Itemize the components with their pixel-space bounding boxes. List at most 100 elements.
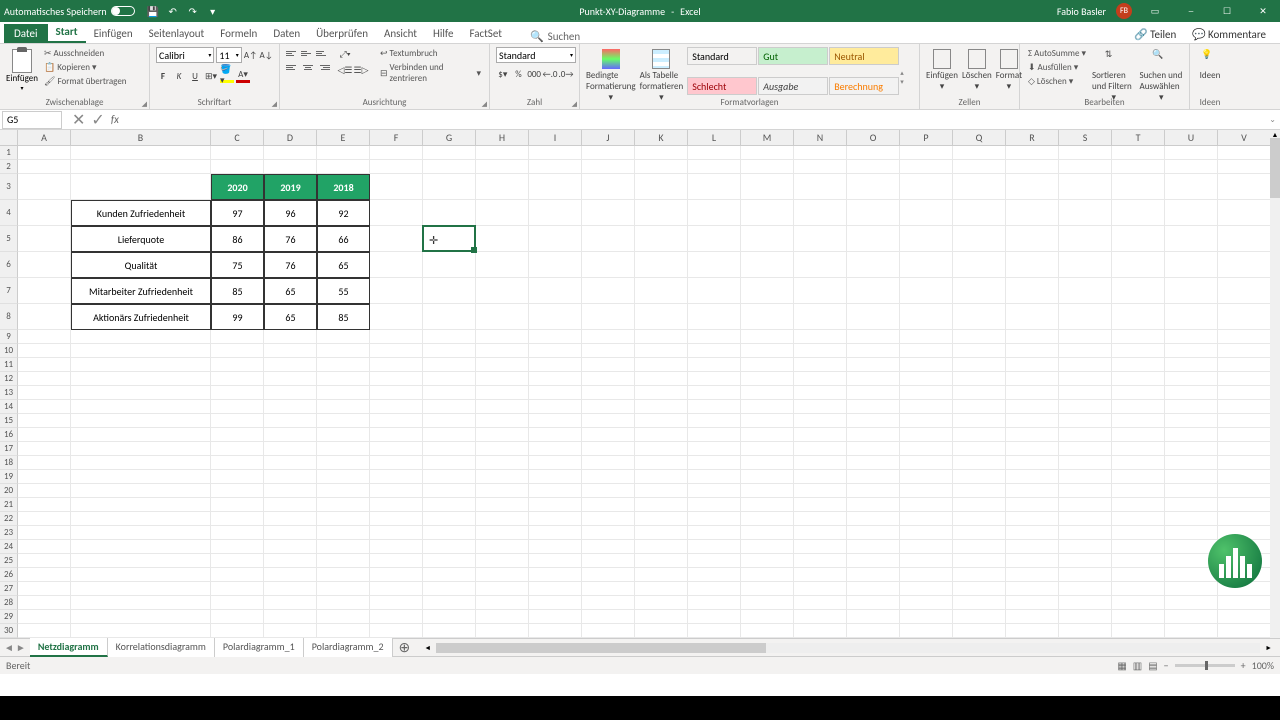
cell[interactable] xyxy=(529,568,582,582)
view-layout-icon[interactable]: ▥ xyxy=(1133,659,1142,672)
cell[interactable] xyxy=(688,526,741,540)
row-header[interactable]: 3 xyxy=(0,174,18,200)
cell[interactable] xyxy=(635,512,688,526)
cell[interactable] xyxy=(688,484,741,498)
spreadsheet-grid[interactable]: ABCDEFGHIJKLMNOPQRSTUV 1232020201920184K… xyxy=(0,130,1280,638)
font-size-selector[interactable]: 11▾ xyxy=(216,47,241,63)
cell[interactable] xyxy=(635,304,688,330)
merge-center-button[interactable]: ⊟ Verbinden und zentrieren ▾ xyxy=(378,61,483,85)
align-center-button[interactable] xyxy=(301,61,315,73)
cell[interactable] xyxy=(900,596,953,610)
cell[interactable]: 97 xyxy=(211,200,264,226)
cell[interactable] xyxy=(18,484,71,498)
cell[interactable] xyxy=(741,414,794,428)
cell[interactable]: 55 xyxy=(317,278,370,304)
cell[interactable] xyxy=(635,442,688,456)
cell[interactable] xyxy=(1006,304,1059,330)
cell[interactable] xyxy=(1059,456,1112,470)
format-cells-button[interactable]: Format▾ xyxy=(996,47,1022,106)
name-box[interactable] xyxy=(2,111,62,129)
cell[interactable] xyxy=(900,610,953,624)
cell[interactable] xyxy=(1059,278,1112,304)
redo-icon[interactable]: ↷ xyxy=(187,5,199,17)
cell[interactable] xyxy=(953,200,1006,226)
cell[interactable] xyxy=(794,470,847,484)
row-header[interactable]: 5 xyxy=(0,226,18,252)
row-header[interactable]: 18 xyxy=(0,456,18,470)
cell[interactable] xyxy=(582,372,635,386)
tab-überprüfen[interactable]: Überprüfen xyxy=(308,24,376,43)
cell[interactable] xyxy=(847,400,900,414)
column-header[interactable]: C xyxy=(211,130,264,145)
cell[interactable] xyxy=(423,160,476,174)
cell[interactable] xyxy=(635,400,688,414)
cell[interactable] xyxy=(900,358,953,372)
cell[interactable] xyxy=(953,278,1006,304)
cell[interactable] xyxy=(211,400,264,414)
cell[interactable] xyxy=(953,304,1006,330)
cell[interactable] xyxy=(211,160,264,174)
cell[interactable] xyxy=(794,160,847,174)
cell[interactable] xyxy=(1165,160,1218,174)
cell[interactable] xyxy=(476,226,529,252)
column-header[interactable]: K xyxy=(635,130,688,145)
style-standard[interactable]: Standard xyxy=(687,47,757,65)
cell[interactable] xyxy=(529,512,582,526)
cell[interactable] xyxy=(211,512,264,526)
cell[interactable] xyxy=(1112,470,1165,484)
cell[interactable] xyxy=(264,596,317,610)
cell[interactable] xyxy=(370,526,423,540)
cell[interactable] xyxy=(635,200,688,226)
cell[interactable] xyxy=(900,160,953,174)
cell[interactable] xyxy=(211,456,264,470)
cell[interactable] xyxy=(847,174,900,200)
cell[interactable] xyxy=(635,226,688,252)
cell[interactable]: 85 xyxy=(317,304,370,330)
cell[interactable]: 76 xyxy=(264,252,317,278)
cell[interactable] xyxy=(635,344,688,358)
cell[interactable] xyxy=(71,596,211,610)
cell[interactable] xyxy=(1165,428,1218,442)
sheet-tab[interactable]: Polardiagramm_1 xyxy=(215,638,304,657)
cell[interactable] xyxy=(953,484,1006,498)
cell[interactable] xyxy=(953,512,1006,526)
cell[interactable] xyxy=(529,610,582,624)
cell[interactable] xyxy=(794,386,847,400)
tab-hilfe[interactable]: Hilfe xyxy=(425,24,461,43)
cell[interactable] xyxy=(1059,146,1112,160)
cell[interactable] xyxy=(741,400,794,414)
cell[interactable] xyxy=(582,344,635,358)
cell[interactable] xyxy=(18,540,71,554)
cell[interactable] xyxy=(476,526,529,540)
cell[interactable] xyxy=(688,428,741,442)
cell[interactable] xyxy=(1006,442,1059,456)
cell[interactable] xyxy=(476,512,529,526)
fx-icon[interactable]: fx xyxy=(111,113,119,126)
cell[interactable] xyxy=(211,526,264,540)
cell[interactable] xyxy=(211,372,264,386)
cell[interactable] xyxy=(71,358,211,372)
cell[interactable] xyxy=(688,498,741,512)
cell[interactable] xyxy=(370,200,423,226)
cell[interactable] xyxy=(688,400,741,414)
cell[interactable] xyxy=(18,428,71,442)
column-header[interactable]: T xyxy=(1112,130,1165,145)
cell[interactable] xyxy=(18,526,71,540)
column-header[interactable]: I xyxy=(529,130,582,145)
cell[interactable] xyxy=(264,470,317,484)
cell[interactable] xyxy=(18,386,71,400)
cell[interactable] xyxy=(900,304,953,330)
cell[interactable] xyxy=(423,174,476,200)
cell[interactable] xyxy=(582,400,635,414)
column-header[interactable]: R xyxy=(1006,130,1059,145)
cell[interactable] xyxy=(264,414,317,428)
cell[interactable] xyxy=(635,252,688,278)
cell[interactable] xyxy=(211,554,264,568)
cell[interactable] xyxy=(1006,252,1059,278)
column-header[interactable]: L xyxy=(688,130,741,145)
cell[interactable] xyxy=(847,344,900,358)
cell[interactable]: 65 xyxy=(317,252,370,278)
cell[interactable] xyxy=(900,200,953,226)
comments-button[interactable]: 💬 Kommentare xyxy=(1186,26,1272,43)
cell[interactable] xyxy=(1218,624,1271,638)
